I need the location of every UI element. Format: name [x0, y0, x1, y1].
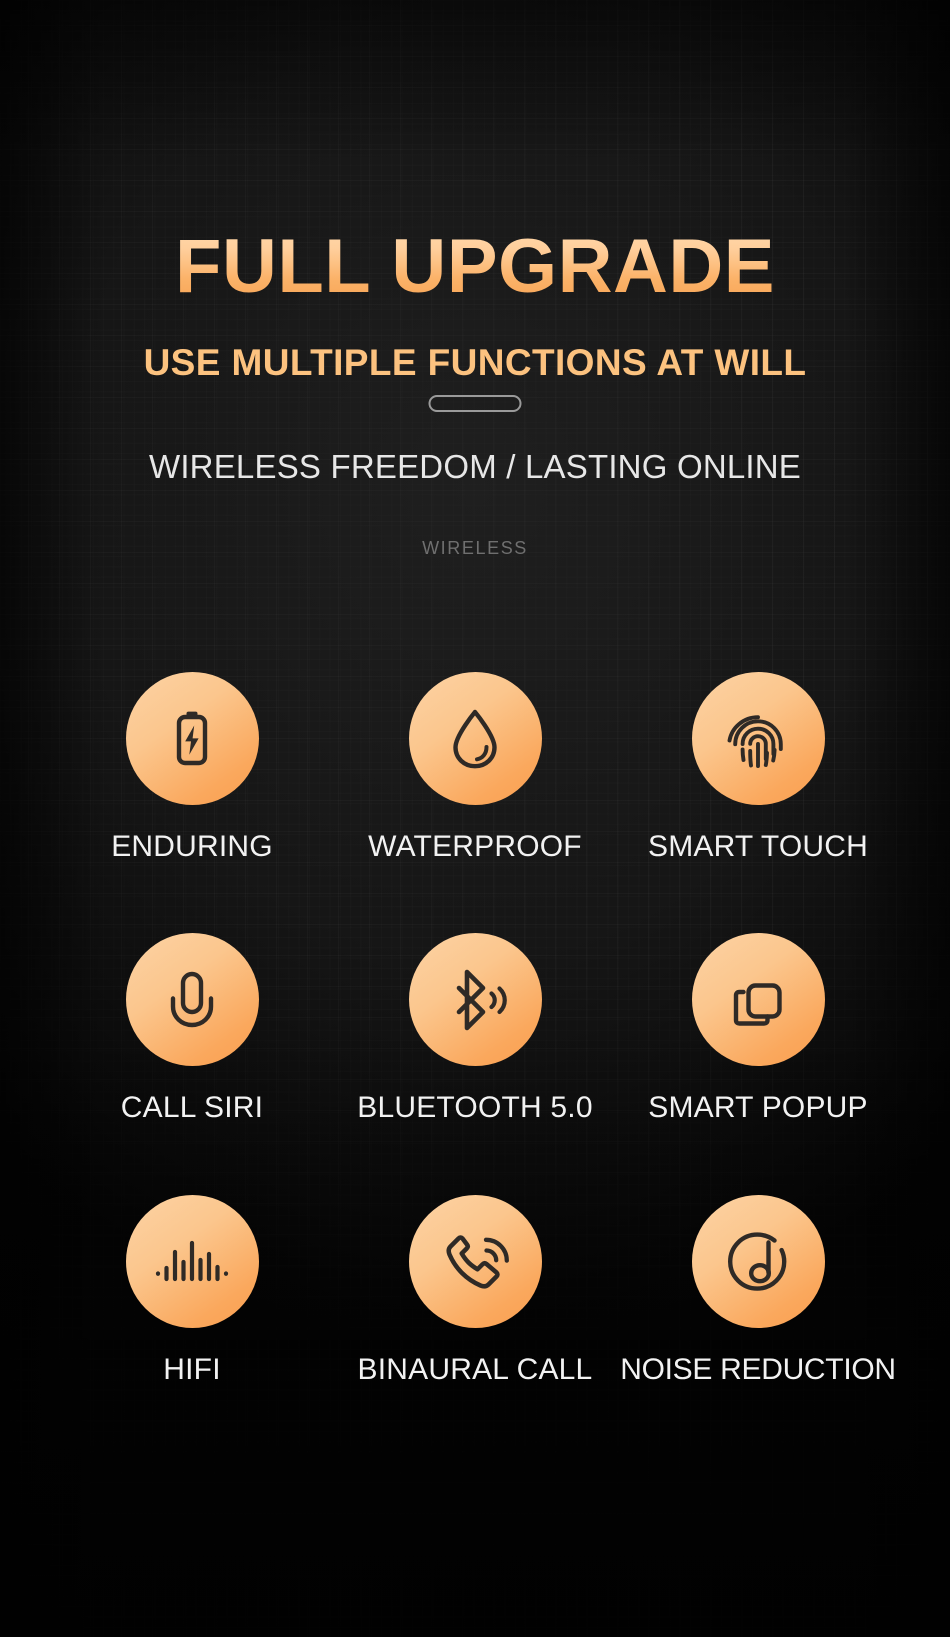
feature-item-call-siri: CALL SIRI [51, 933, 334, 1123]
icon-circle [125, 933, 259, 1066]
icon-circle [691, 672, 825, 805]
feature-item-smart-popup: SMART POPUP [617, 933, 900, 1123]
eyebrow-label: WIRELESS [422, 538, 528, 558]
water-drop-icon [440, 704, 510, 774]
two-squares-popup-icon [723, 965, 793, 1035]
feature-item-bluetooth: BLUETOOTH 5.0 [334, 933, 617, 1123]
feature-item-smart-touch: SMART TOUCH [617, 672, 900, 862]
icon-circle [408, 1195, 542, 1328]
page-subtitle: USE MULTIPLE FUNCTIONS AT WILL [143, 341, 807, 383]
feature-item-hifi: HIFI [51, 1195, 334, 1385]
feature-row: HIFI BINAURAL CALL NOISE REDUCTION [0, 1195, 950, 1385]
feature-item-binaural-call: BINAURAL CALL [334, 1195, 617, 1385]
tagline: WIRELESS FREEDOM / LASTING ONLINE [148, 448, 802, 485]
feature-label: SMART TOUCH [647, 830, 869, 863]
feature-label: BLUETOOTH 5.0 [357, 1091, 593, 1124]
product-feature-banner: FULL UPGRADE USE MULTIPLE FUNCTIONS AT W… [0, 0, 950, 1637]
feature-label: NOISE REDUCTION [620, 1353, 896, 1386]
feature-label: BINAURAL CALL [357, 1353, 593, 1386]
feature-label: CALL SIRI [120, 1091, 264, 1124]
feature-label: ENDURING [111, 830, 273, 863]
phone-call-waves-icon [438, 1225, 512, 1299]
feature-grid: ENDURING WATERPROOF SMART TOUCH CALL SIR… [0, 672, 950, 1385]
icon-circle [125, 1195, 259, 1328]
page-title: FULL UPGRADE [0, 228, 950, 305]
feature-item-noise-reduction: NOISE REDUCTION [617, 1195, 900, 1385]
feature-row: CALL SIRI BLUETOOTH 5.0 SMART POPUP [0, 933, 950, 1123]
bluetooth-signal-icon [437, 962, 513, 1038]
feature-item-enduring: ENDURING [51, 672, 334, 862]
feature-label: SMART POPUP [648, 1091, 868, 1124]
icon-circle [691, 1195, 825, 1328]
feature-item-waterproof: WATERPROOF [334, 672, 617, 862]
audio-waveform-icon [153, 1227, 231, 1297]
pill-divider [428, 395, 522, 412]
battery-charging-icon [157, 704, 227, 774]
icon-circle [408, 672, 542, 805]
fingerprint-icon [722, 703, 794, 775]
microphone-icon [157, 965, 227, 1035]
icon-circle [408, 933, 542, 1066]
feature-label: WATERPROOF [368, 830, 582, 863]
feature-row: ENDURING WATERPROOF SMART TOUCH [0, 672, 950, 862]
icon-circle [691, 933, 825, 1066]
feature-label: HIFI [163, 1353, 221, 1386]
music-note-circle-icon [721, 1225, 795, 1299]
icon-circle [125, 672, 259, 805]
